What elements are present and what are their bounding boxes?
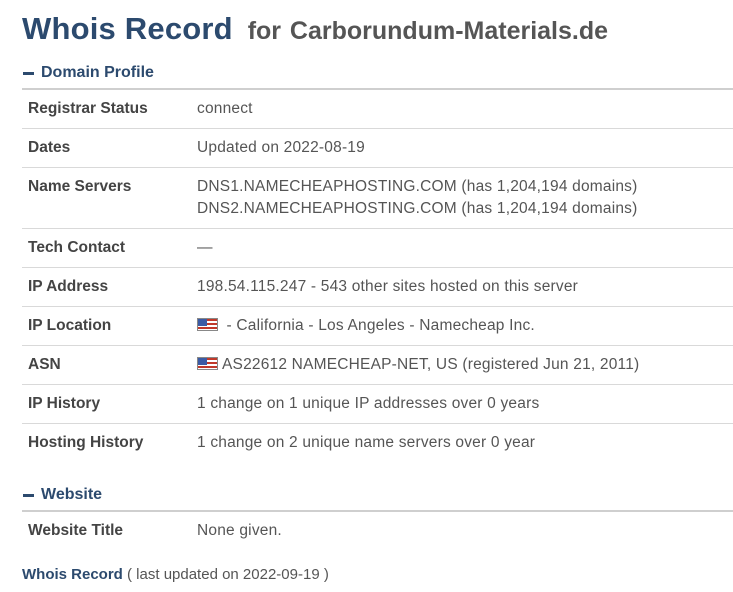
row-value: Updated on 2022-08-19 xyxy=(197,139,365,156)
row-value: AS22612 NAMECHEAP-NET, US (registered Ju… xyxy=(191,346,733,385)
last-updated-note: ( last updated on 2022-09-19 ) xyxy=(127,566,329,583)
row-key: Dates xyxy=(28,139,71,156)
row-value: 1 change on 2 unique name servers over 0… xyxy=(197,434,536,451)
row-key: Website Title xyxy=(28,522,124,539)
name-server-1: DNS1.NAMECHEAPHOSTING.COM (has 1,204,194… xyxy=(197,178,638,195)
row-value: 1 change on 1 unique IP addresses over 0… xyxy=(197,395,540,412)
row-key: ASN xyxy=(28,356,61,373)
ip-location-text: - California - Los Angeles - Namecheap I… xyxy=(222,317,535,334)
table-row: Name Servers DNS1.NAMECHEAPHOSTING.COM (… xyxy=(22,167,733,229)
whois-record-link[interactable]: Whois Record xyxy=(22,566,123,583)
row-value: - California - Los Angeles - Namecheap I… xyxy=(191,307,733,346)
row-key: Registrar Status xyxy=(28,100,148,117)
website-table: Website Title None given. xyxy=(22,510,733,550)
domain-profile-heading: Domain Profile xyxy=(41,64,154,81)
table-row: Website Title None given. xyxy=(22,511,733,550)
row-value: — xyxy=(197,239,213,256)
title-main: Whois Record xyxy=(22,11,233,46)
title-domain: Carborundum-Materials.de xyxy=(289,17,609,45)
us-flag-icon xyxy=(197,318,218,331)
page-title: Whois Record for Carborundum-Materials.d… xyxy=(22,0,711,58)
name-servers-value: DNS1.NAMECHEAPHOSTING.COM (has 1,204,194… xyxy=(191,168,733,229)
row-key: IP History xyxy=(28,395,101,412)
row-value: connect xyxy=(197,100,253,117)
row-key: IP Location xyxy=(28,317,112,334)
footer-line: Whois Record ( last updated on 2022-09-1… xyxy=(22,566,711,583)
domain-profile-table: Registrar Status connect Dates Updated o… xyxy=(22,88,733,462)
minus-icon xyxy=(23,71,34,75)
row-key: Hosting History xyxy=(28,434,144,451)
row-key: IP Address xyxy=(28,278,109,295)
title-for: for xyxy=(247,17,282,45)
row-key: Name Servers xyxy=(28,178,132,195)
row-value: 198.54.115.247 - 543 other sites hosted … xyxy=(197,278,579,295)
minus-icon xyxy=(23,493,34,497)
table-row: Hosting History 1 change on 2 unique nam… xyxy=(22,423,733,463)
asn-text: AS22612 NAMECHEAP-NET, US (registered Ju… xyxy=(222,356,640,373)
name-server-2: DNS2.NAMECHEAPHOSTING.COM (has 1,204,194… xyxy=(197,200,638,217)
row-key: Tech Contact xyxy=(28,239,126,256)
website-heading: Website xyxy=(41,486,103,503)
table-row: IP Location - California - Los Angeles -… xyxy=(22,306,733,346)
website-toggle[interactable]: Website xyxy=(22,480,711,510)
table-row: Tech Contact — xyxy=(22,228,733,268)
table-row: Dates Updated on 2022-08-19 xyxy=(22,128,733,168)
table-row: ASN AS22612 NAMECHEAP-NET, US (registere… xyxy=(22,345,733,385)
whois-page: Whois Record for Carborundum-Materials.d… xyxy=(0,0,733,583)
table-row: IP Address 198.54.115.247 - 543 other si… xyxy=(22,267,733,307)
table-row: Registrar Status connect xyxy=(22,89,733,129)
table-row: IP History 1 change on 1 unique IP addre… xyxy=(22,384,733,424)
domain-profile-toggle[interactable]: Domain Profile xyxy=(22,58,711,88)
row-value: None given. xyxy=(197,522,282,539)
us-flag-icon xyxy=(197,357,218,370)
